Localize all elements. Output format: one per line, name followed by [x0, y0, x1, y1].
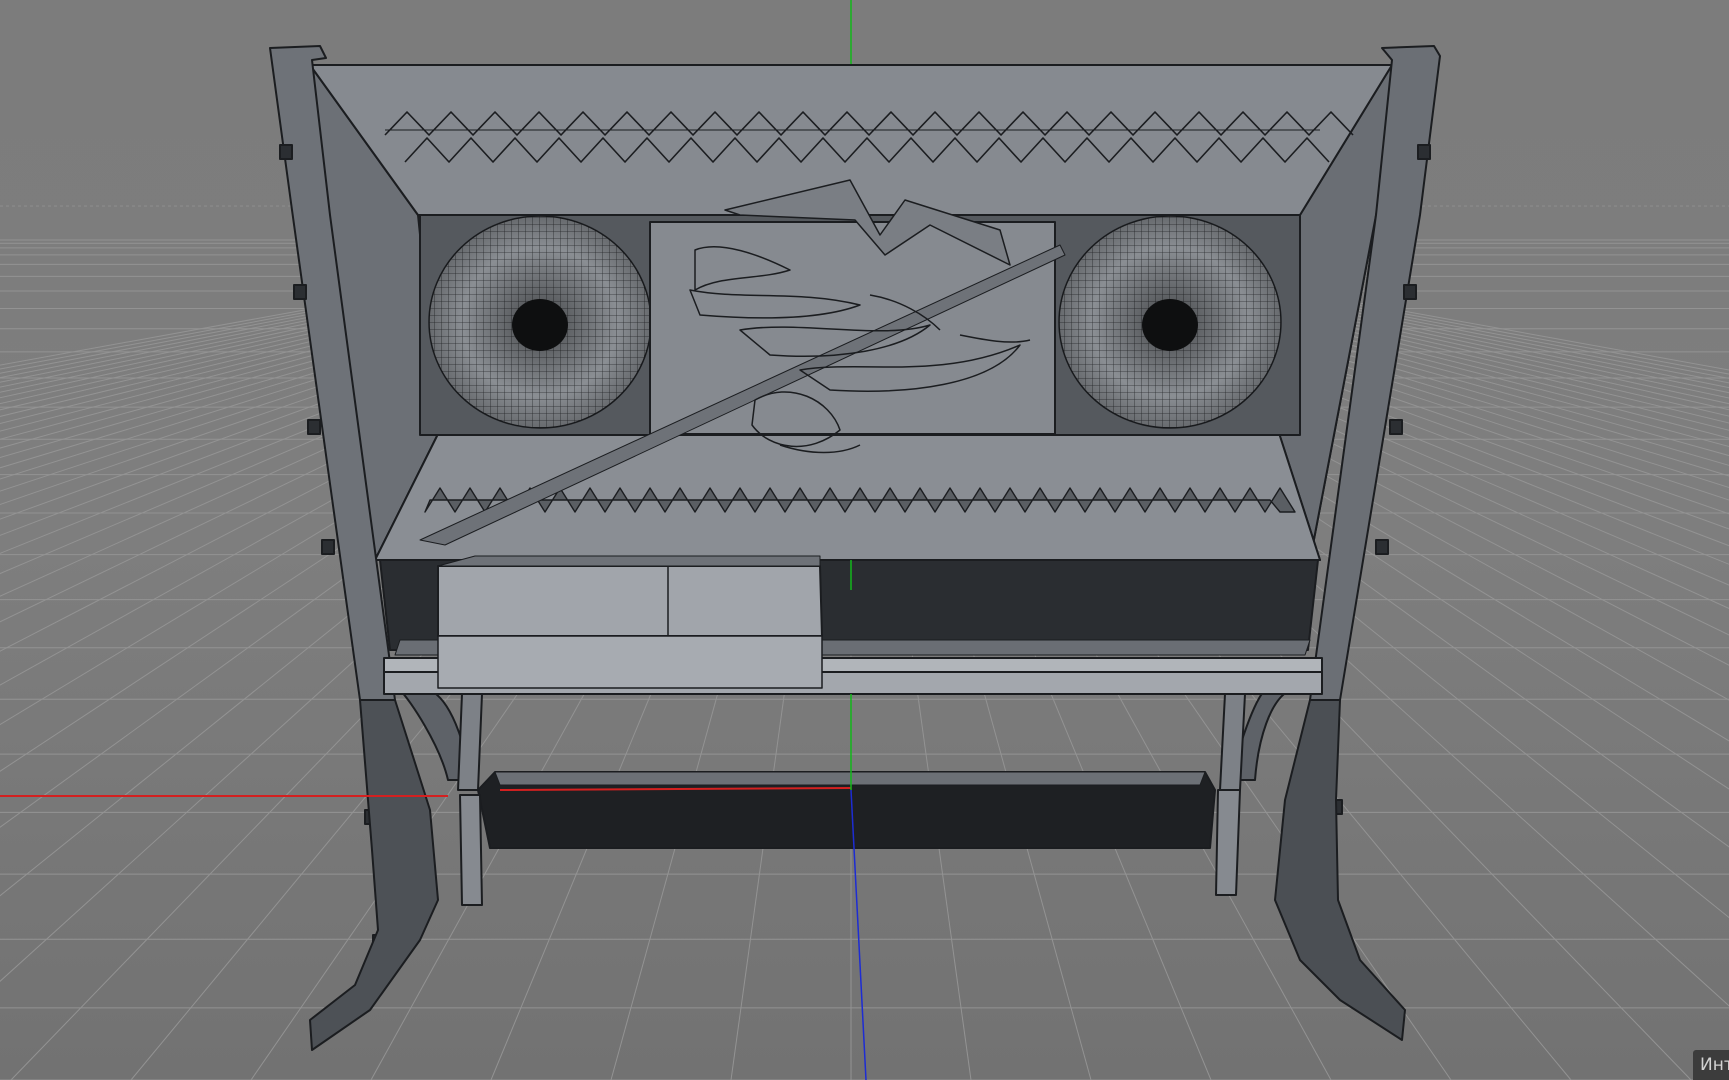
right-post-notch	[1403, 284, 1417, 300]
drawer-front[interactable]	[437, 635, 823, 689]
right-post-notch	[1417, 144, 1431, 160]
left-post-notch	[307, 419, 321, 435]
left-front-leg[interactable]	[457, 693, 483, 791]
left-stretcher-block	[459, 794, 483, 906]
right-post-notch	[1375, 539, 1389, 555]
drawer-top-edge	[437, 555, 821, 567]
lower-shelf-rail	[494, 771, 1206, 786]
right-stretcher-block	[1215, 789, 1241, 896]
3d-viewport[interactable]: Инте	[0, 0, 1729, 1080]
left-post-notch	[321, 539, 335, 555]
drawer-block[interactable]	[437, 565, 823, 637]
right-post-notch	[1389, 419, 1403, 435]
right-front-leg[interactable]	[1219, 693, 1246, 791]
left-post-notch	[279, 144, 293, 160]
left-post-notch	[293, 284, 307, 300]
speaker-left[interactable]	[428, 215, 652, 429]
viewport-canvas[interactable]	[0, 0, 1729, 1080]
viewport-mode-badge[interactable]: Инте	[1693, 1050, 1729, 1080]
speaker-right[interactable]	[1058, 215, 1282, 429]
